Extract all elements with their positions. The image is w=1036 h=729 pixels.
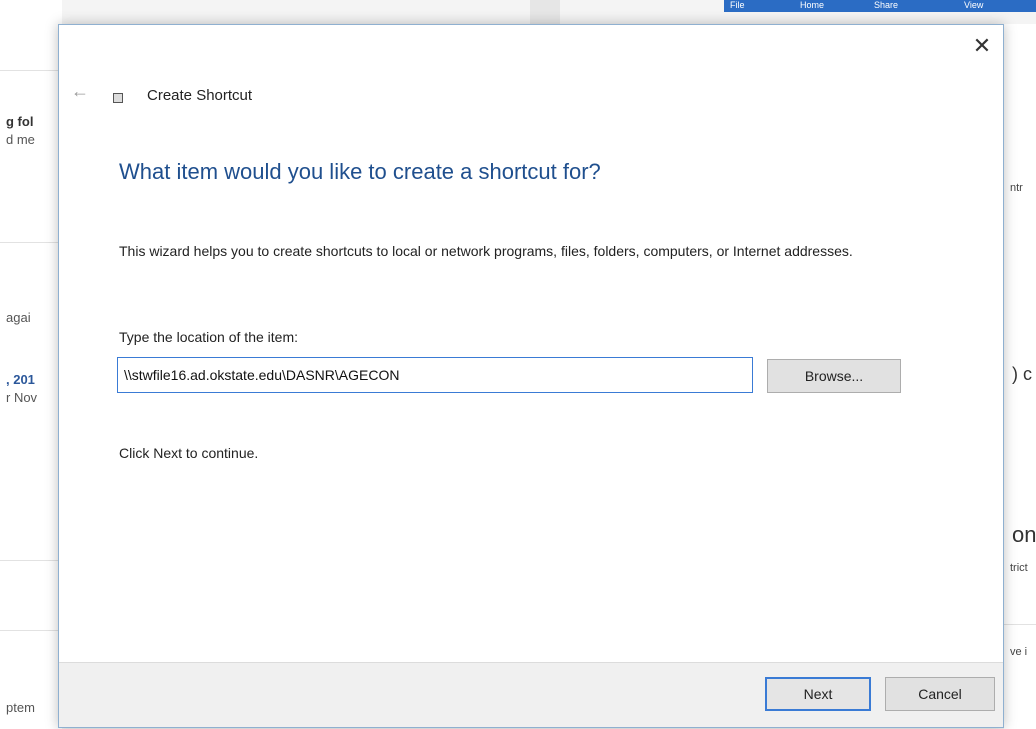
background-text: trict — [1010, 562, 1028, 574]
background-text: agai — [6, 310, 31, 325]
background-text: g fol — [6, 114, 34, 129]
wizard-description: This wizard helps you to create shortcut… — [119, 243, 853, 259]
back-button[interactable]: ← — [71, 81, 89, 102]
divider — [1004, 624, 1036, 625]
next-button[interactable]: Next — [765, 677, 871, 711]
ribbon-tab: File — [730, 0, 745, 10]
dialog-footer: Next Cancel — [59, 662, 1003, 727]
back-arrow-icon: ← — [71, 81, 89, 101]
background-text: ptem — [6, 700, 35, 715]
background-left-panel: g fol d me agai , 201 r Nov ptem — [0, 0, 62, 729]
background-text: d me — [6, 132, 35, 147]
background-text: ) c — [1012, 364, 1032, 384]
divider — [0, 630, 62, 631]
cancel-button[interactable]: Cancel — [885, 677, 995, 711]
divider — [0, 70, 62, 71]
location-input[interactable] — [117, 357, 753, 393]
background-text: r Nov — [6, 390, 38, 405]
divider — [0, 560, 62, 561]
background-right-panel: ntr ) c on trict ve i — [1004, 24, 1036, 729]
background-text: , 201 — [6, 372, 35, 387]
location-label: Type the location of the item: — [119, 329, 298, 345]
close-icon: ✕ — [972, 33, 992, 58]
ribbon-tab: View — [964, 0, 984, 10]
dialog-title: Create Shortcut — [147, 87, 253, 104]
create-shortcut-dialog: ✕ ← Create Shortcut What item would you … — [58, 24, 1004, 728]
continue-hint: Click Next to continue. — [119, 445, 259, 461]
background-ribbon: File Home Share View — [724, 0, 1036, 12]
background-text: ntr — [1010, 182, 1023, 194]
background-text: ve i — [1010, 646, 1028, 658]
background-scroll-area — [530, 0, 560, 24]
background-text: on — [1012, 522, 1036, 547]
ribbon-tab: Share — [874, 0, 899, 10]
page-heading: What item would you like to create a sho… — [119, 159, 601, 184]
close-button[interactable]: ✕ — [967, 31, 997, 61]
shortcut-wizard-icon — [113, 93, 123, 103]
ribbon-tab: Home — [800, 0, 825, 10]
divider — [0, 242, 62, 243]
browse-button[interactable]: Browse... — [767, 359, 901, 393]
